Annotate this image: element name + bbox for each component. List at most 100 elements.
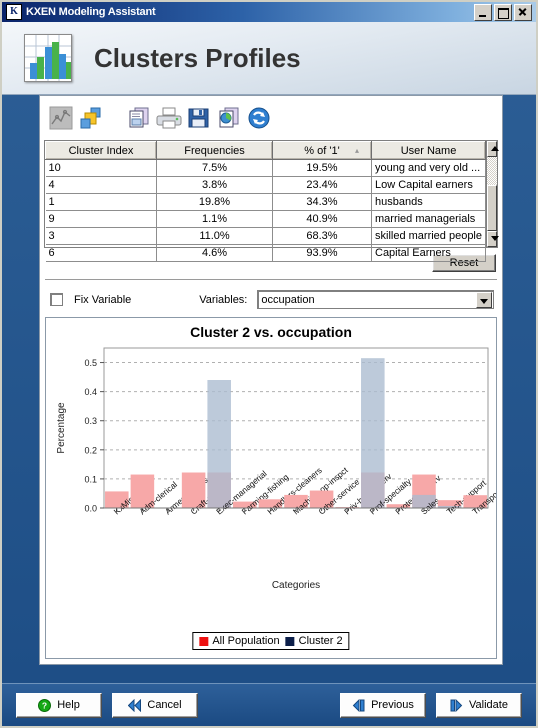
chart-title: Cluster 2 vs. occupation — [190, 324, 352, 340]
svg-text:0.5: 0.5 — [84, 358, 97, 368]
table-row[interactable]: 4 3.8% 23.4% Low Capital earners — [45, 176, 486, 194]
cell-cluster-index: 6 — [45, 244, 157, 262]
table-row[interactable]: 6 4.6% 93.9% Capital Earners — [45, 244, 486, 262]
clusters-table: Cluster Index Frequencies % of '1' ▴ User… — [44, 140, 499, 262]
application-window: K KXEN Modeling Assistant Clusters Profi… — [0, 0, 538, 728]
sort-indicator-icon: ▴ — [354, 146, 359, 155]
legend-label-all-population: All Population — [212, 635, 280, 647]
previous-arrow-icon — [352, 698, 365, 712]
table-row[interactable]: 9 1.1% 40.9% married managerials — [45, 210, 486, 228]
cell-pct1: 93.9% — [272, 244, 372, 262]
line-chart-icon[interactable] — [48, 105, 74, 131]
chart-container: Cluster 2 vs. occupation 0.0 0.1 0.2 0.3 0.4… — [45, 317, 497, 659]
chart-legend: All Population Cluster 2 — [192, 632, 350, 650]
previous-button[interactable]: Previous — [340, 692, 426, 718]
toolbar — [40, 96, 502, 140]
footer-bar: ? Help Cancel Previous Validate — [2, 683, 536, 726]
svg-text:?: ? — [42, 700, 47, 710]
cell-user-name: Capital Earners — [371, 244, 486, 262]
cell-frequency: 11.0% — [156, 227, 273, 245]
cell-user-name: young and very old ... — [371, 159, 486, 177]
double-left-arrow-icon — [128, 698, 142, 712]
minimize-button[interactable] — [474, 3, 492, 21]
content-area: Cluster Index Frequencies % of '1' ▴ User… — [2, 95, 536, 683]
chevron-down-icon[interactable] — [476, 291, 492, 308]
window-title: KXEN Modeling Assistant — [26, 6, 156, 18]
cell-user-name: husbands — [371, 193, 486, 211]
table-vertical-scrollbar[interactable] — [486, 141, 499, 247]
column-header-frequencies[interactable]: Frequencies — [156, 141, 273, 160]
cluster-squares-icon[interactable] — [78, 105, 104, 131]
scroll-up-arrow-icon[interactable] — [487, 141, 499, 157]
cell-pct1: 68.3% — [272, 227, 372, 245]
legend-item-cluster-2: Cluster 2 — [285, 635, 343, 647]
cell-pct1: 19.5% — [272, 159, 372, 177]
window-controls — [474, 3, 534, 21]
cell-cluster-index: 4 — [45, 176, 157, 194]
column-header-pct-of-1[interactable]: % of '1' ▴ — [272, 141, 372, 160]
cell-frequency: 19.8% — [156, 193, 273, 211]
cell-user-name: married managerials — [371, 210, 486, 228]
table-row[interactable]: 3 11.0% 68.3% skilled married people — [45, 227, 486, 245]
save-icon[interactable] — [186, 105, 212, 131]
page-title: Clusters Profiles — [94, 42, 301, 73]
column-header-cluster-index[interactable]: Cluster Index — [45, 141, 157, 160]
svg-text:0.2: 0.2 — [84, 445, 97, 455]
svg-text:Percentage: Percentage — [56, 402, 67, 454]
cell-cluster-index: 3 — [45, 227, 157, 245]
validate-button[interactable]: Validate — [436, 692, 522, 718]
svg-text:0.3: 0.3 — [84, 416, 97, 426]
variables-label: Variables: — [199, 293, 248, 306]
close-button[interactable] — [514, 3, 532, 21]
table-body: 10 7.5% 19.5% young and very old ... 4 3… — [45, 159, 486, 262]
legend-item-all-population: All Population — [199, 635, 280, 647]
column-header-user-name[interactable]: User Name — [371, 141, 486, 160]
page-banner: Clusters Profiles — [2, 22, 536, 95]
help-button-label: Help — [57, 699, 80, 711]
title-bar: K KXEN Modeling Assistant — [2, 2, 536, 22]
cluster-occupation-bar-chart: 0.00.10.20.30.40.5PercentageKxMissingAdm… — [56, 347, 496, 591]
cell-pct1: 23.4% — [272, 176, 372, 194]
app-icon: K — [6, 4, 22, 20]
variables-selected-value: occupation — [261, 293, 315, 306]
cell-cluster-index: 1 — [45, 193, 157, 211]
print-icon[interactable] — [156, 105, 182, 131]
previous-button-label: Previous — [371, 699, 414, 711]
variables-select[interactable]: occupation — [257, 290, 494, 309]
scrollbar-thumb[interactable] — [487, 185, 497, 231]
legend-label-cluster-2: Cluster 2 — [298, 635, 343, 647]
cell-frequency: 1.1% — [156, 210, 273, 228]
scrollbar-track[interactable] — [487, 157, 497, 231]
cell-frequency: 3.8% — [156, 176, 273, 194]
cancel-button[interactable]: Cancel — [112, 692, 198, 718]
next-arrow-icon — [450, 698, 463, 712]
bar-chart-icon — [24, 34, 72, 82]
table-row[interactable]: 1 19.8% 34.3% husbands — [45, 193, 486, 211]
svg-text:Categories: Categories — [272, 580, 320, 591]
svg-text:0.0: 0.0 — [84, 504, 97, 514]
scroll-down-arrow-icon[interactable] — [487, 231, 499, 247]
cell-user-name: Low Capital earners — [371, 176, 486, 194]
svg-text:0.4: 0.4 — [84, 387, 97, 397]
maximize-button[interactable] — [494, 3, 512, 21]
cell-frequency: 4.6% — [156, 244, 273, 262]
copy-icon[interactable] — [126, 105, 152, 131]
refresh-icon[interactable] — [246, 105, 272, 131]
fix-variable-checkbox[interactable] — [50, 293, 63, 306]
main-panel: Cluster Index Frequencies % of '1' ▴ User… — [39, 95, 503, 665]
validate-button-label: Validate — [469, 699, 508, 711]
help-icon: ? — [38, 698, 52, 712]
cancel-button-label: Cancel — [147, 699, 182, 711]
help-button[interactable]: ? Help — [16, 692, 102, 718]
column-header-pct-label: % of '1' — [304, 144, 340, 157]
cell-cluster-index: 9 — [45, 210, 157, 228]
table-row[interactable]: 10 7.5% 19.5% young and very old ... — [45, 159, 486, 177]
cell-cluster-index: 10 — [45, 159, 157, 177]
cell-pct1: 34.3% — [272, 193, 372, 211]
export-chart-icon[interactable] — [216, 105, 242, 131]
svg-text:0.1: 0.1 — [84, 474, 97, 484]
legend-swatch-cluster-2 — [285, 636, 295, 646]
fix-variable-label: Fix Variable — [74, 293, 132, 306]
cell-frequency: 7.5% — [156, 159, 273, 177]
table-header-row: Cluster Index Frequencies % of '1' ▴ User… — [45, 141, 486, 160]
